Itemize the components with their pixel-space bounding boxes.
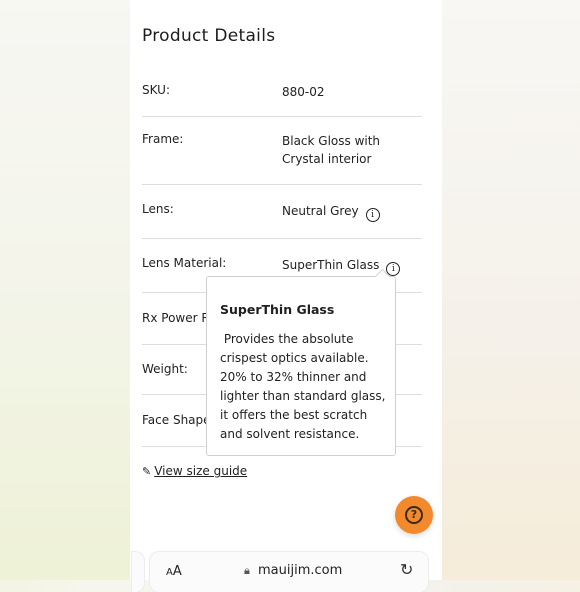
detail-value: Black Gloss with Crystal interior bbox=[282, 134, 381, 166]
pencil-icon: ✎ bbox=[142, 465, 152, 478]
help-button[interactable]: ? bbox=[395, 496, 433, 534]
detail-label: SKU: bbox=[142, 83, 170, 97]
section-title: Product Details bbox=[142, 26, 276, 46]
detail-label: Lens Material: bbox=[142, 256, 227, 270]
divider bbox=[142, 116, 422, 117]
detail-label: Lens: bbox=[142, 202, 174, 216]
detail-value: Neutral Grey bbox=[282, 204, 359, 218]
background-right bbox=[442, 0, 580, 580]
reload-icon[interactable]: ↻ bbox=[400, 560, 413, 579]
detail-value: 880-02 bbox=[282, 85, 325, 99]
tooltip-title: SuperThin Glass bbox=[220, 302, 335, 317]
detail-label: Face Shape: bbox=[142, 413, 215, 427]
detail-value-wrap: SuperThin Glass i bbox=[282, 256, 422, 276]
browser-address-bar[interactable]: AA 🔒︎ mauijim.com ↻ bbox=[150, 552, 428, 592]
info-icon[interactable]: i bbox=[365, 208, 380, 222]
detail-label: Weight: bbox=[142, 362, 188, 376]
detail-value: SuperThin Glass bbox=[282, 258, 380, 272]
divider bbox=[142, 238, 422, 239]
address-domain[interactable]: mauijim.com bbox=[258, 563, 342, 578]
lock-icon: 🔒︎ bbox=[244, 564, 250, 577]
text-size-button[interactable]: AA bbox=[166, 564, 182, 579]
tooltip-body: Provides the absolute crispest optics av… bbox=[220, 332, 390, 441]
background-left bbox=[0, 0, 130, 580]
size-guide-label[interactable]: View size guide bbox=[154, 464, 247, 478]
size-guide-link[interactable]: ✎ View size guide bbox=[142, 464, 247, 478]
divider bbox=[142, 184, 422, 185]
detail-label: Frame: bbox=[142, 132, 184, 146]
lens-material-tooltip: SuperThin Glass Provides the absolute cr… bbox=[206, 268, 396, 456]
detail-value-wrap: Neutral Grey i bbox=[282, 202, 422, 222]
question-icon: ? bbox=[405, 506, 423, 524]
previous-tab-edge[interactable] bbox=[132, 552, 144, 592]
